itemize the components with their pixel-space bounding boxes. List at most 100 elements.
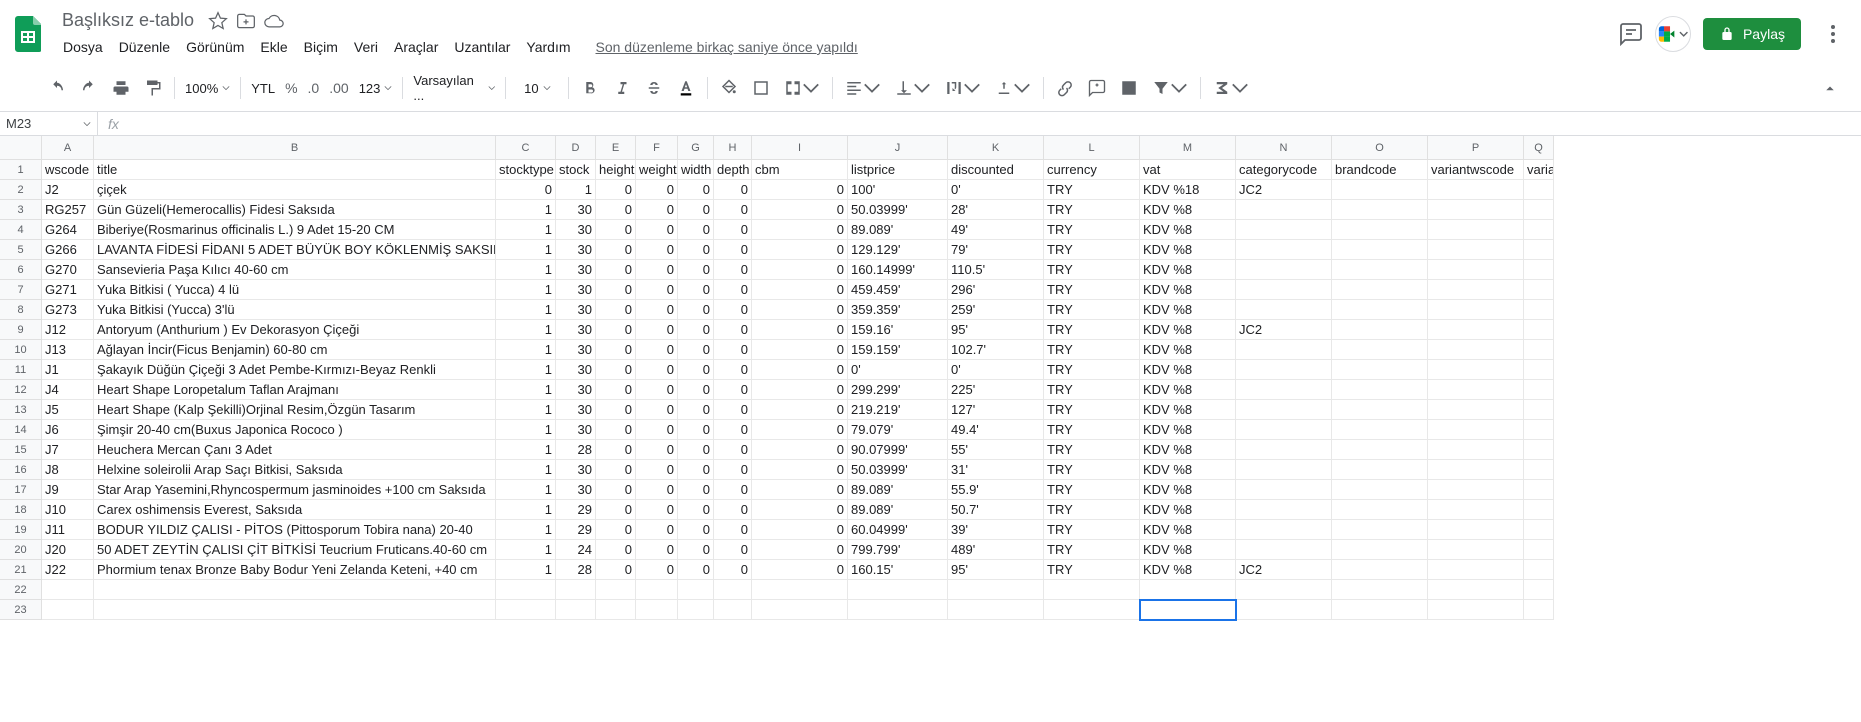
cell[interactable]: Yuka Bitkisi (Yucca) 3'lü (94, 300, 496, 320)
cell[interactable] (1332, 580, 1428, 600)
column-header[interactable]: P (1428, 136, 1524, 160)
cell[interactable]: 1 (496, 560, 556, 580)
cell[interactable] (1428, 400, 1524, 420)
cell[interactable]: 50.03999' (848, 200, 948, 220)
cell[interactable]: 55' (948, 440, 1044, 460)
cell[interactable] (1524, 480, 1554, 500)
cell[interactable]: 0 (596, 260, 636, 280)
cell[interactable]: 0 (752, 380, 848, 400)
paint-format-button[interactable] (138, 74, 168, 102)
cell[interactable]: KDV %8 (1140, 300, 1236, 320)
cell[interactable]: brandcode (1332, 160, 1428, 180)
cell[interactable]: 0 (714, 440, 752, 460)
cell[interactable]: 0 (636, 340, 678, 360)
cell[interactable]: 0 (714, 500, 752, 520)
cell[interactable]: 0 (636, 200, 678, 220)
cell[interactable]: 0 (752, 320, 848, 340)
cell[interactable] (1236, 600, 1332, 620)
cell[interactable] (1236, 360, 1332, 380)
cell[interactable]: 1 (496, 440, 556, 460)
cell[interactable]: discounted (948, 160, 1044, 180)
cell[interactable]: 359.359' (848, 300, 948, 320)
cell[interactable]: Heart Shape Loropetalum Taflan Arajmanı (94, 380, 496, 400)
cell[interactable]: 0 (678, 300, 714, 320)
cell[interactable]: 1 (496, 320, 556, 340)
cell[interactable]: TRY (1044, 240, 1140, 260)
cell[interactable]: G271 (42, 280, 94, 300)
cell[interactable]: 1 (496, 280, 556, 300)
row-header[interactable]: 1 (0, 160, 42, 180)
cell[interactable]: 28' (948, 200, 1044, 220)
cell[interactable] (1428, 280, 1524, 300)
row-header[interactable]: 21 (0, 560, 42, 580)
cell[interactable] (1428, 200, 1524, 220)
column-header[interactable]: L (1044, 136, 1140, 160)
cell[interactable] (1044, 600, 1140, 620)
row-header[interactable]: 5 (0, 240, 42, 260)
cell[interactable]: Sansevieria Paşa Kılıcı 40-60 cm (94, 260, 496, 280)
cell[interactable] (1332, 180, 1428, 200)
cell[interactable]: KDV %8 (1140, 220, 1236, 240)
cell[interactable]: Şakayık Düğün Çiçeği 3 Adet Pembe-Kırmız… (94, 360, 496, 380)
cell[interactable]: 129.129' (848, 240, 948, 260)
italic-button[interactable] (607, 74, 637, 102)
chart-button[interactable] (1114, 74, 1144, 102)
cell[interactable] (1332, 480, 1428, 500)
cell[interactable] (1428, 420, 1524, 440)
cell[interactable] (1524, 180, 1554, 200)
decrease-decimal-button[interactable]: .0 (304, 80, 324, 96)
cell[interactable]: TRY (1044, 300, 1140, 320)
cell[interactable] (636, 600, 678, 620)
cell[interactable]: 0 (496, 180, 556, 200)
cell[interactable] (752, 580, 848, 600)
cell[interactable]: 259' (948, 300, 1044, 320)
cell[interactable]: categorycode (1236, 160, 1332, 180)
cell[interactable]: stocktype (496, 160, 556, 180)
cell[interactable]: 1 (496, 500, 556, 520)
meet-button[interactable] (1655, 16, 1691, 52)
cell[interactable]: 110.5' (948, 260, 1044, 280)
cell[interactable]: 0 (752, 420, 848, 440)
cell[interactable]: Star Arap Yasemini,Rhyncospermum jasmino… (94, 480, 496, 500)
cell[interactable]: 0 (752, 260, 848, 280)
cell[interactable]: listprice (848, 160, 948, 180)
cell[interactable]: 0 (596, 560, 636, 580)
cell[interactable]: J22 (42, 560, 94, 580)
cell[interactable]: 90.07999' (848, 440, 948, 460)
cell[interactable]: 299.299' (848, 380, 948, 400)
cell[interactable]: Helxine soleirolii Arap Saçı Bitkisi, Sa… (94, 460, 496, 480)
cell[interactable] (1044, 580, 1140, 600)
column-header[interactable]: A (42, 136, 94, 160)
row-header[interactable]: 17 (0, 480, 42, 500)
cell[interactable]: 0 (636, 240, 678, 260)
cell[interactable]: BODUR YILDIZ ÇALISI - PİTOS (Pittosporum… (94, 520, 496, 540)
zoom-select[interactable]: 100% (181, 77, 234, 100)
cell[interactable]: 0 (678, 500, 714, 520)
cell[interactable]: 0 (752, 560, 848, 580)
column-header[interactable]: D (556, 136, 596, 160)
collapse-toolbar-button[interactable] (1815, 74, 1845, 102)
font-size-select[interactable]: 10 (512, 77, 562, 100)
cell[interactable] (752, 600, 848, 620)
cell[interactable]: J10 (42, 500, 94, 520)
cell[interactable]: TRY (1044, 560, 1140, 580)
cell[interactable]: 489' (948, 540, 1044, 560)
cell[interactable] (1524, 580, 1554, 600)
cloud-icon[interactable] (264, 11, 284, 31)
cell[interactable]: 0 (678, 540, 714, 560)
cell[interactable]: TRY (1044, 540, 1140, 560)
cell[interactable]: 49.4' (948, 420, 1044, 440)
row-header[interactable]: 6 (0, 260, 42, 280)
cell[interactable] (1236, 340, 1332, 360)
row-header[interactable]: 12 (0, 380, 42, 400)
cell[interactable]: 296' (948, 280, 1044, 300)
cell[interactable]: 0 (636, 300, 678, 320)
star-icon[interactable] (208, 11, 228, 31)
cell[interactable]: 0 (752, 220, 848, 240)
cell[interactable]: 0 (596, 320, 636, 340)
cell[interactable]: 24 (556, 540, 596, 560)
cell[interactable]: KDV %8 (1140, 440, 1236, 460)
cell[interactable]: currency (1044, 160, 1140, 180)
cell[interactable]: J5 (42, 400, 94, 420)
cell[interactable] (1236, 440, 1332, 460)
